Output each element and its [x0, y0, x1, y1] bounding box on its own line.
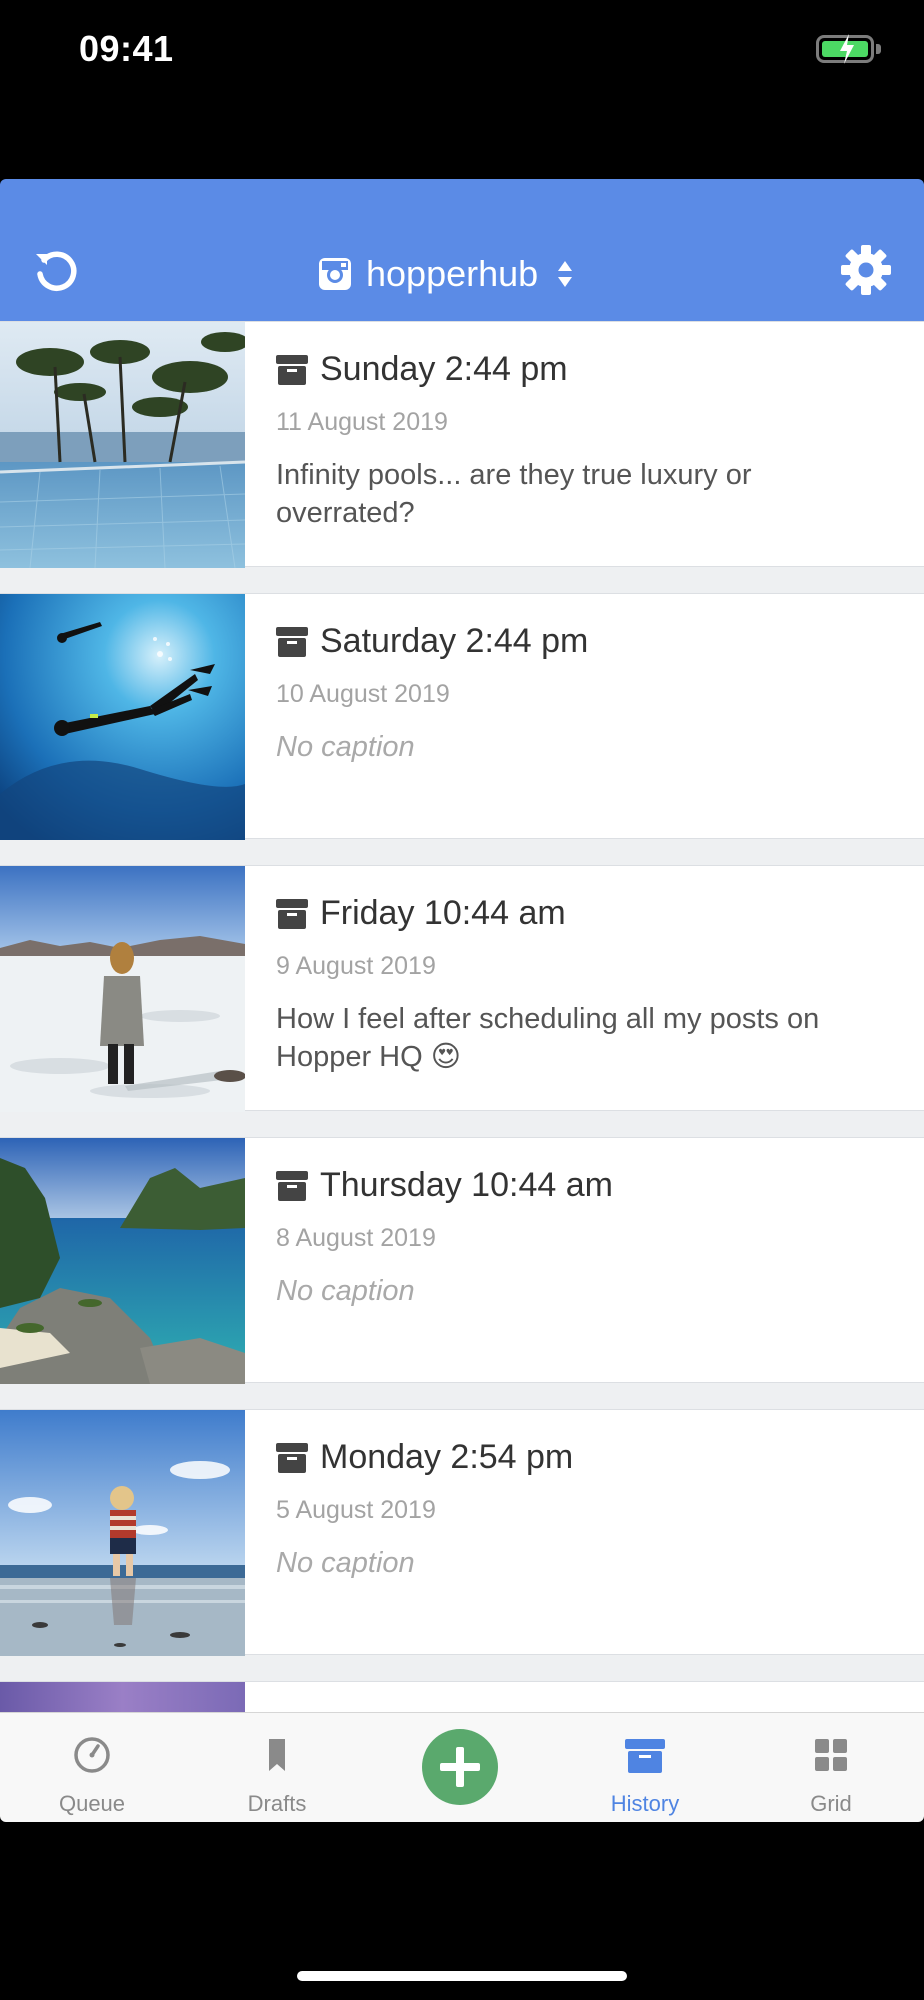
post-date: 8 August 2019 [276, 1224, 436, 1252]
app-header: hopperhub [0, 179, 924, 321]
sunset-photo [0, 1682, 245, 1712]
tab-label: Queue [58, 1791, 126, 1816]
tab-label: History [610, 1791, 680, 1816]
archive-icon [276, 354, 308, 385]
post-day-time: Monday 2:54 pm [320, 1438, 574, 1476]
archive-icon [276, 626, 308, 657]
post-caption: Infinity pools... are they true luxury o… [276, 459, 752, 529]
post-item[interactable]: Saturday 2:44 pm 10 August 2019 No capti… [0, 593, 924, 840]
tab-grid[interactable]: Grid [756, 1713, 906, 1823]
refresh-icon[interactable] [30, 244, 84, 298]
post-day-time: Saturday 2:44 pm [320, 622, 589, 660]
post-item-partial[interactable] [0, 1681, 924, 1712]
tab-bar: Queue Drafts History Grid [0, 1712, 924, 1822]
clock-icon [74, 1737, 110, 1773]
post-caption: How I feel after scheduling all my posts… [276, 1003, 820, 1073]
post-day-time: Thursday 10:44 am [320, 1166, 613, 1204]
post-caption: No caption [276, 731, 415, 763]
tab-drafts[interactable]: Drafts [202, 1713, 352, 1823]
tab-history[interactable]: History [570, 1713, 720, 1823]
post-date: 9 August 2019 [276, 952, 436, 980]
post-item[interactable]: Sunday 2:44 pm 11 August 2019 Infinity p… [0, 321, 924, 568]
post-day-time: Friday 10:44 am [320, 894, 566, 932]
post-item[interactable]: Friday 10:44 am 9 August 2019 How I feel… [0, 865, 924, 1112]
post-date: 5 August 2019 [276, 1496, 436, 1524]
account-name: hopperhub [366, 253, 539, 294]
archive-icon [625, 1739, 665, 1773]
infinity-pool-photo [0, 322, 245, 568]
compose-button[interactable] [422, 1729, 498, 1805]
status-time: 09:41 [79, 28, 174, 69]
tab-label: Drafts [247, 1791, 307, 1816]
post-date: 10 August 2019 [276, 680, 450, 708]
tab-queue[interactable]: Queue [17, 1713, 167, 1823]
post-item[interactable]: Monday 2:54 pm 5 August 2019 No caption [0, 1409, 924, 1656]
scuba-diver-photo [0, 594, 245, 840]
archive-icon [276, 1442, 308, 1473]
history-feed[interactable]: Sunday 2:44 pm 11 August 2019 Infinity p… [0, 321, 924, 1712]
post-day-time: Sunday 2:44 pm [320, 350, 568, 388]
post-date: 11 August 2019 [276, 408, 448, 436]
home-indicator[interactable] [297, 1971, 627, 1981]
account-switcher[interactable]: hopperhub [318, 249, 574, 299]
post-caption: No caption [276, 1275, 415, 1307]
bookmark-icon [269, 1739, 285, 1771]
battery-tip [876, 44, 881, 54]
plus-icon [440, 1747, 480, 1787]
status-bar: 09:41 [0, 0, 924, 100]
grid-icon [815, 1739, 847, 1771]
post-item[interactable]: Thursday 10:44 am 8 August 2019 No capti… [0, 1137, 924, 1384]
instagram-icon [319, 258, 351, 290]
tropical-lagoon-photo [0, 1138, 245, 1384]
battery-charging-icon [816, 34, 874, 64]
gear-icon[interactable] [840, 244, 892, 296]
post-caption: No caption [276, 1547, 415, 1579]
tab-label: Grid [810, 1791, 852, 1816]
woman-salt-flat-photo [0, 866, 245, 1112]
child-beach-photo [0, 1410, 245, 1656]
chevron-updown-icon [558, 261, 573, 287]
archive-icon [276, 1170, 308, 1201]
archive-icon [276, 898, 308, 929]
